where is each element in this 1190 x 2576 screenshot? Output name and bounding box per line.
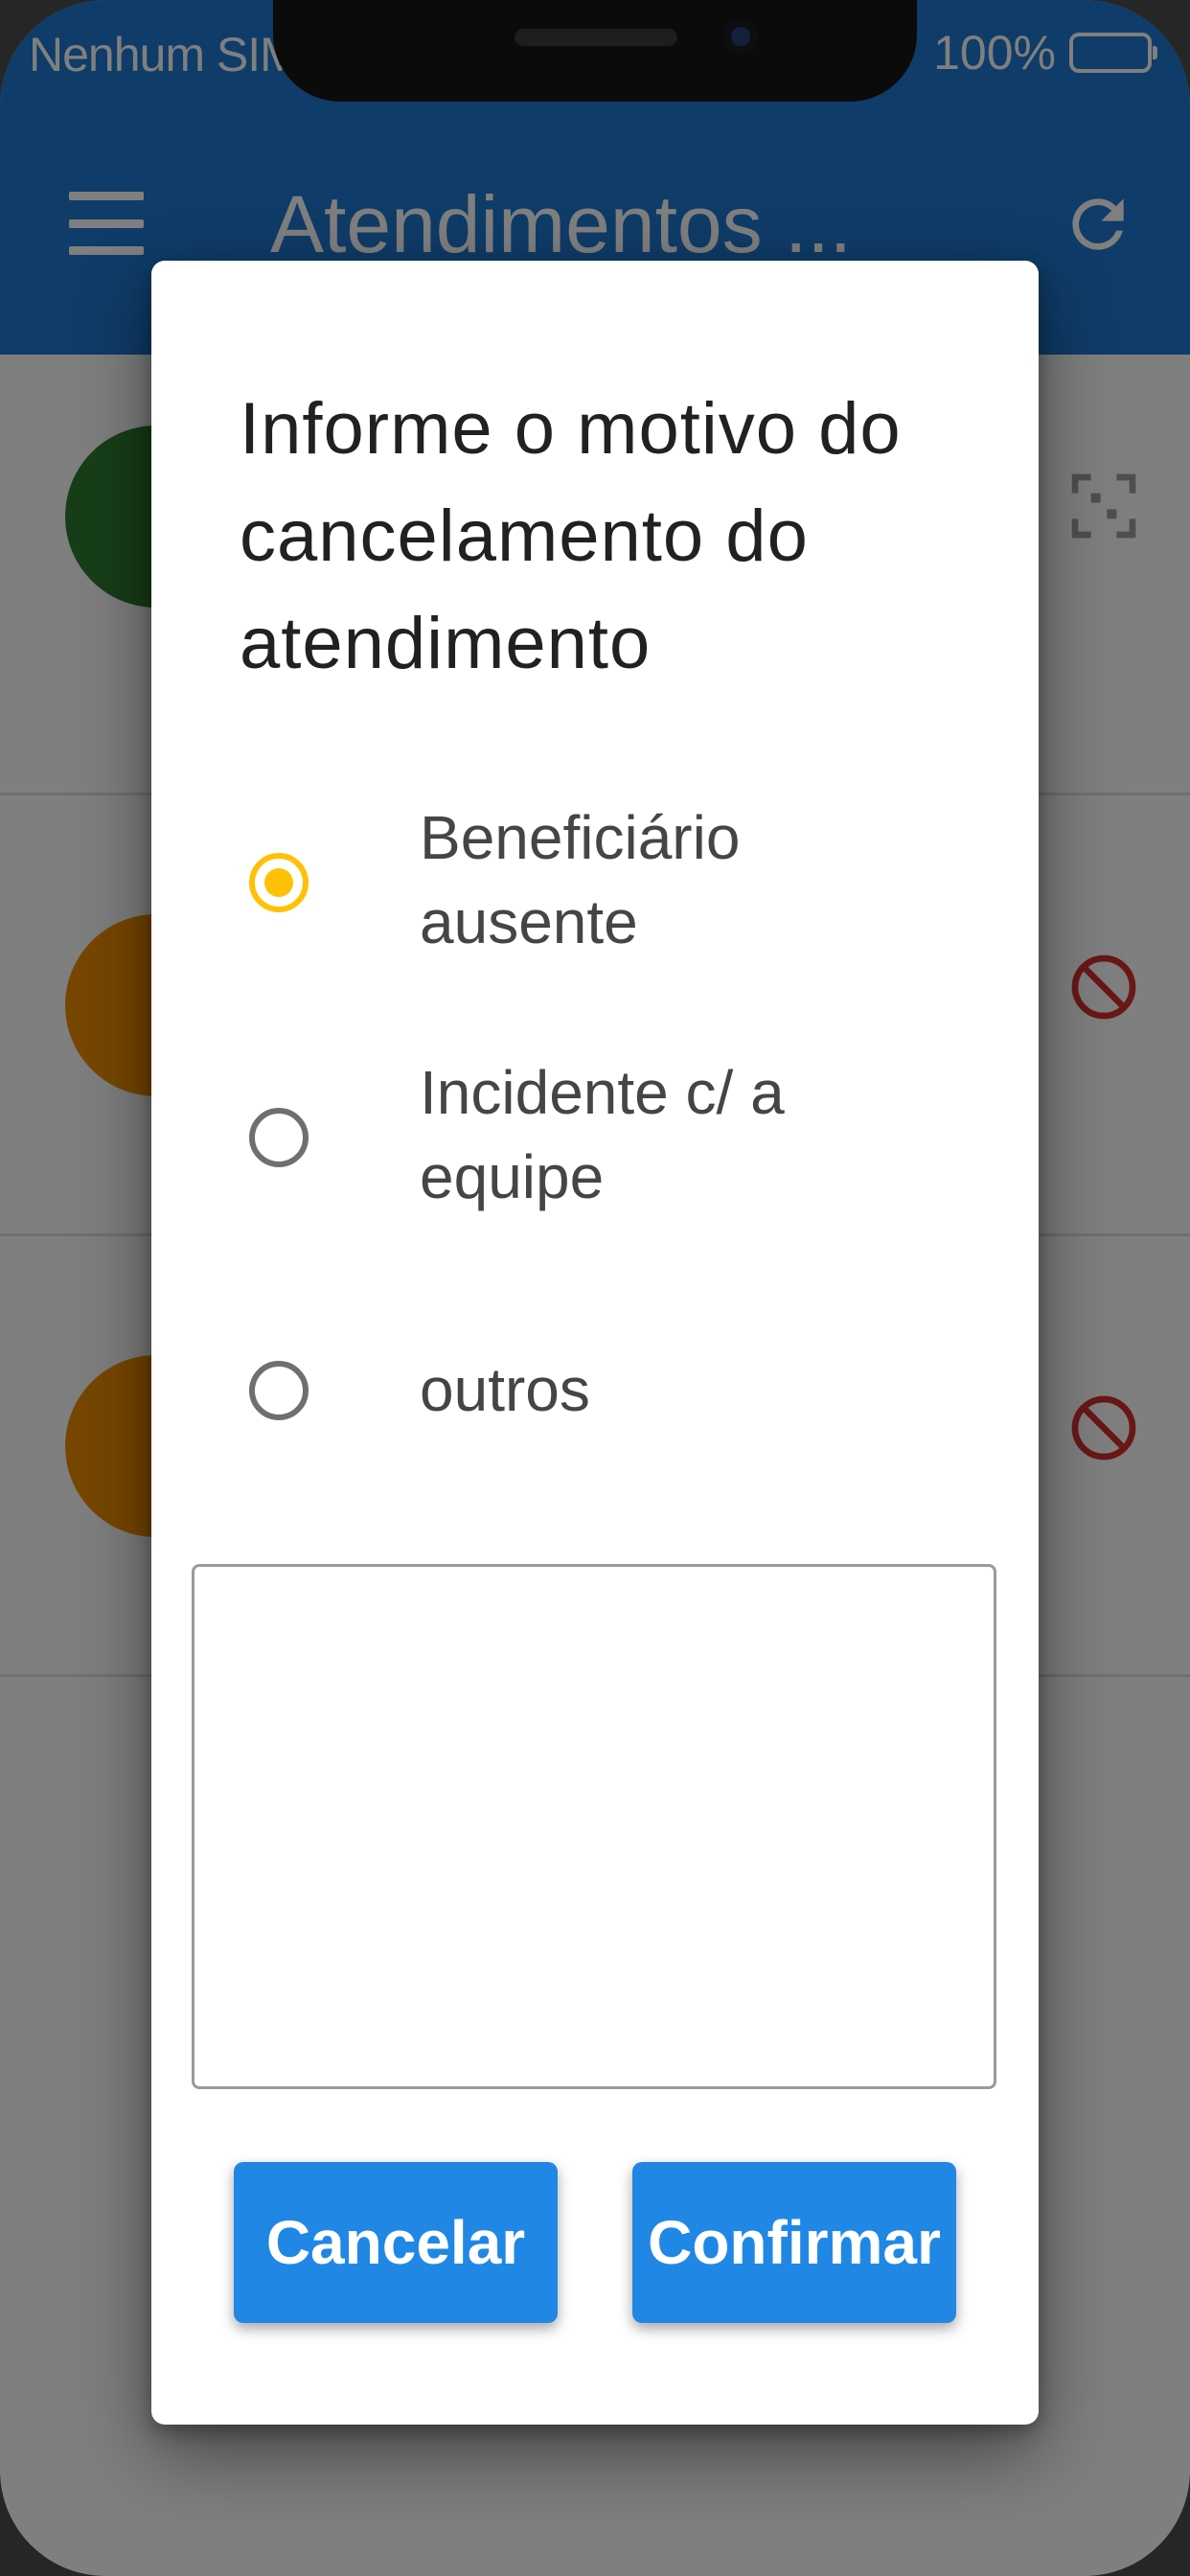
radio-label: Incidente c/ a equipe: [420, 1058, 785, 1211]
phone-notch: [273, 0, 917, 102]
radio-label: outros: [420, 1355, 590, 1424]
cancel-button[interactable]: Cancelar: [234, 2162, 558, 2323]
radio-button[interactable]: [249, 1108, 309, 1167]
reason-textarea[interactable]: [192, 1564, 996, 2089]
radio-button[interactable]: [249, 1361, 309, 1420]
page: Nenhum SIM 100% Atendimentos ...: [0, 0, 1190, 2576]
phone-screen: Nenhum SIM 100% Atendimentos ...: [0, 0, 1190, 2576]
front-camera: [723, 19, 758, 54]
cancel-reason-dialog: Informe o motivo do cancelamento do aten…: [151, 261, 1039, 2425]
radio-button-checked[interactable]: [249, 853, 309, 912]
radio-option-incident[interactable]: Incidente c/ a equipe: [151, 1058, 1039, 1252]
confirm-button[interactable]: Confirmar: [632, 2162, 956, 2323]
radio-option-others[interactable]: outros: [151, 1313, 1039, 1505]
radio-option-absent[interactable]: Beneficiário ausente: [151, 803, 1039, 997]
speaker-grille: [515, 29, 677, 46]
dialog-title: Informe o motivo do cancelamento do aten…: [240, 388, 902, 684]
radio-label: Beneficiário ausente: [420, 803, 741, 956]
